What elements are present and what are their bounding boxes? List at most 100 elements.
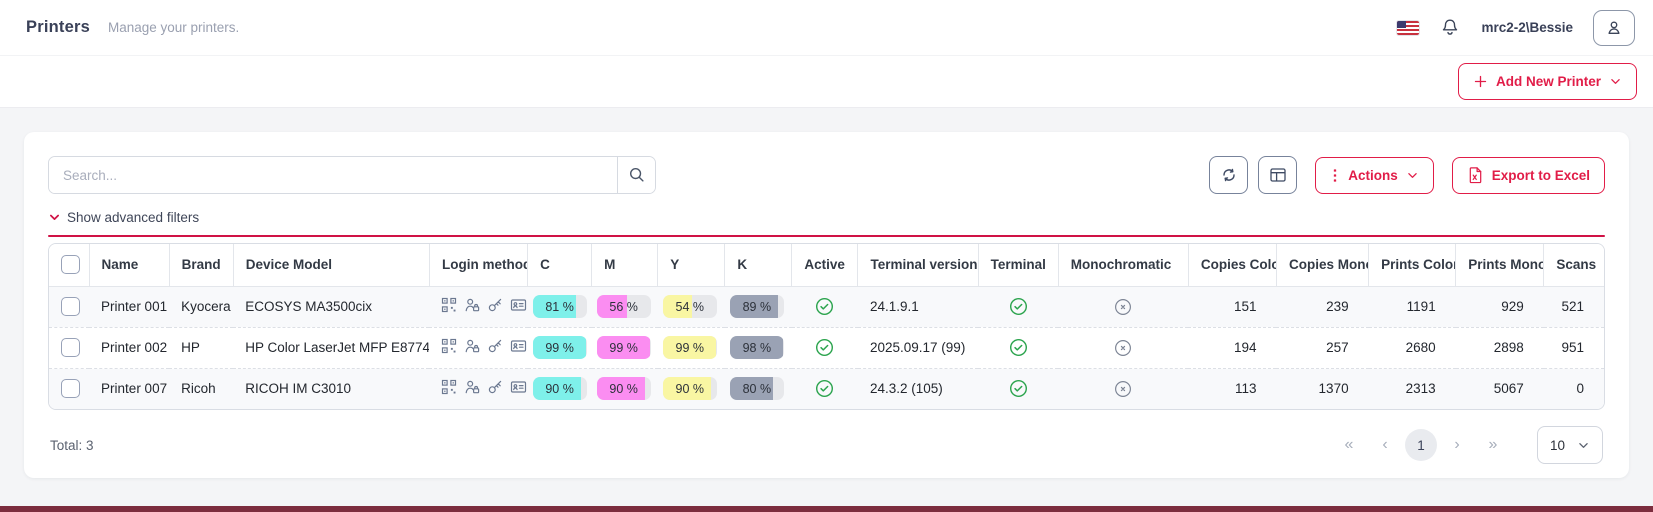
printers-page: Printers Manage your printers. mrc2-2\Be… xyxy=(0,0,1653,512)
cell-scans: 521 xyxy=(1544,286,1604,327)
next-page-button[interactable]: › xyxy=(1439,436,1475,454)
col-header-check[interactable] xyxy=(49,244,89,286)
cell-name: Printer 001 xyxy=(89,286,169,327)
table-columns-icon xyxy=(1269,166,1287,184)
row-checkbox[interactable] xyxy=(61,297,80,316)
qr-code-icon xyxy=(441,297,457,313)
search-input[interactable] xyxy=(49,157,617,193)
key-icon xyxy=(487,338,503,354)
select-all-checkbox[interactable] xyxy=(61,255,80,274)
refresh-button[interactable] xyxy=(1209,156,1248,194)
page-title: Printers xyxy=(26,18,90,37)
cell-name: Printer 007 xyxy=(89,368,169,409)
cell-y: 90 % xyxy=(658,368,725,409)
enabled-check-icon xyxy=(815,379,834,398)
toner-k-badge: 98 % xyxy=(730,336,784,359)
current-page-button[interactable]: 1 xyxy=(1405,429,1437,461)
col-header-copies_color[interactable]: Copies Color xyxy=(1188,244,1276,286)
cell-copies_color: 151 xyxy=(1188,286,1276,327)
enabled-check-icon xyxy=(815,297,834,316)
chevron-down-icon xyxy=(1406,169,1419,182)
col-header-prints_color[interactable]: Prints Color xyxy=(1369,244,1456,286)
topbar: Printers Manage your printers. mrc2-2\Be… xyxy=(0,0,1653,56)
col-header-brand[interactable]: Brand xyxy=(169,244,233,286)
table-header-row: NameBrandDevice ModelLogin methodsCMYKAc… xyxy=(49,244,1604,286)
cell-check xyxy=(49,368,89,409)
cell-c: 90 % xyxy=(528,368,592,409)
id-card-icon xyxy=(510,379,527,395)
col-header-prints_mono[interactable]: Prints Mono xyxy=(1456,244,1544,286)
cell-brand: Ricoh xyxy=(169,368,233,409)
first-page-button[interactable]: « xyxy=(1331,436,1367,454)
export-to-excel-button[interactable]: Export to Excel xyxy=(1452,157,1605,194)
actions-button[interactable]: Actions xyxy=(1315,157,1434,194)
col-header-m[interactable]: M xyxy=(592,244,658,286)
cell-copies_color: 194 xyxy=(1188,327,1276,368)
cell-m: 90 % xyxy=(592,368,658,409)
cell-terminal_version: 2025.09.17 (99) xyxy=(858,327,978,368)
cell-k: 80 % xyxy=(725,368,792,409)
cell-terminal_version: 24.3.2 (105) xyxy=(858,368,978,409)
id-card-icon xyxy=(510,297,527,313)
row-checkbox[interactable] xyxy=(61,338,80,357)
cell-k: 89 % xyxy=(725,286,792,327)
col-header-model[interactable]: Device Model xyxy=(233,244,429,286)
search-button[interactable] xyxy=(617,157,655,193)
disabled-x-icon xyxy=(1114,380,1132,398)
enabled-check-icon xyxy=(815,338,834,357)
page-size-select[interactable]: 10 xyxy=(1537,426,1603,464)
col-header-active[interactable]: Active xyxy=(792,244,858,286)
cell-name: Printer 002 xyxy=(89,327,169,368)
col-header-monochromatic[interactable]: Monochromatic xyxy=(1058,244,1188,286)
column-settings-button[interactable] xyxy=(1258,156,1297,194)
cell-prints_color: 2313 xyxy=(1369,368,1456,409)
cell-y: 99 % xyxy=(658,327,725,368)
row-checkbox[interactable] xyxy=(61,379,80,398)
cell-active xyxy=(792,327,858,368)
col-header-terminal_version[interactable]: Terminal version xyxy=(858,244,978,286)
cell-copies_mono: 257 xyxy=(1276,327,1368,368)
table-row: Printer 007RicohRICOH IM C3010 xyxy=(49,368,1604,409)
login-methods xyxy=(441,297,527,313)
notifications-bell-icon[interactable] xyxy=(1439,17,1461,39)
enabled-check-icon xyxy=(1009,297,1028,316)
page-content: Actions Export to xyxy=(0,108,1653,502)
cell-y: 54 % xyxy=(658,286,725,327)
language-flag-icon[interactable] xyxy=(1397,21,1419,35)
cell-login xyxy=(429,368,527,409)
cell-check xyxy=(49,286,89,327)
user-pin-icon xyxy=(464,379,480,395)
advanced-filters-toggle[interactable]: Show advanced filters xyxy=(48,210,199,225)
cell-scans: 0 xyxy=(1544,368,1604,409)
enabled-check-icon xyxy=(1009,379,1028,398)
col-header-scans[interactable]: Scans xyxy=(1544,244,1604,286)
cell-terminal xyxy=(978,368,1058,409)
cell-check xyxy=(49,327,89,368)
table-row: Printer 001KyoceraECOSYS MA3500cix xyxy=(49,286,1604,327)
refresh-icon xyxy=(1220,166,1238,184)
toner-m-badge: 56 % xyxy=(597,295,651,318)
col-header-login[interactable]: Login methods xyxy=(429,244,527,286)
col-header-k[interactable]: K xyxy=(725,244,792,286)
col-header-copies_mono[interactable]: Copies Mono xyxy=(1276,244,1368,286)
prev-page-button[interactable]: ‹ xyxy=(1367,436,1403,454)
col-header-terminal[interactable]: Terminal xyxy=(978,244,1058,286)
toner-k-badge: 80 % xyxy=(730,377,784,400)
toner-y-badge: 99 % xyxy=(663,336,717,359)
col-header-y[interactable]: Y xyxy=(658,244,725,286)
action-bar: Add New Printer xyxy=(0,56,1653,108)
col-header-c[interactable]: C xyxy=(528,244,592,286)
id-card-icon xyxy=(510,338,527,354)
add-new-printer-button[interactable]: Add New Printer xyxy=(1458,63,1637,100)
cell-copies_mono: 239 xyxy=(1276,286,1368,327)
cell-active xyxy=(792,286,858,327)
cell-active xyxy=(792,368,858,409)
user-menu-button[interactable] xyxy=(1593,10,1635,46)
cell-prints_color: 1191 xyxy=(1369,286,1456,327)
col-header-name[interactable]: Name xyxy=(89,244,169,286)
last-page-button[interactable]: » xyxy=(1475,436,1511,454)
username: mrc2-2\Bessie xyxy=(1481,20,1573,35)
plus-icon xyxy=(1473,74,1488,89)
page-subtitle: Manage your printers. xyxy=(108,20,239,35)
disabled-x-icon xyxy=(1114,339,1132,357)
